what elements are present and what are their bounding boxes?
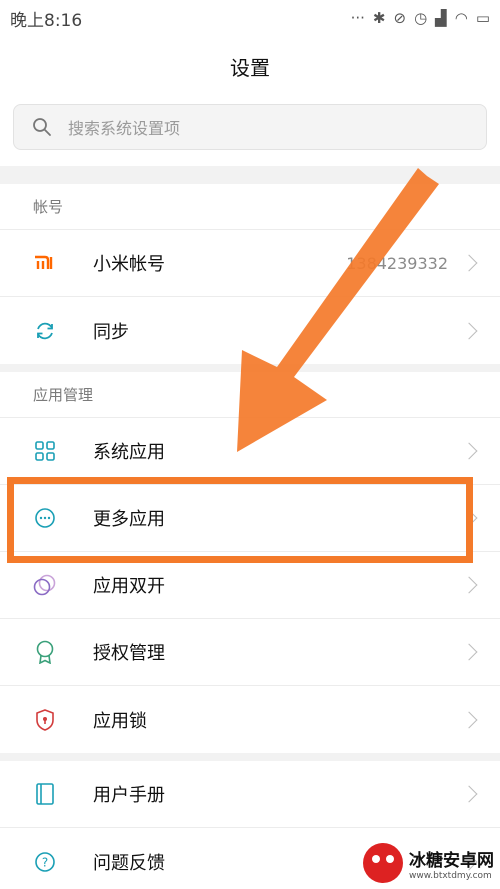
battery-icon: ▭	[475, 9, 490, 27]
chevron-right-icon	[460, 442, 478, 460]
bluetooth-icon: ✱	[372, 9, 386, 27]
section-title-apps: 应用管理	[0, 372, 500, 418]
watermark-name: 冰糖安卓网	[409, 850, 494, 871]
account-id: 1384239332	[346, 253, 448, 273]
search-icon	[33, 118, 51, 136]
status-bar: 晚上8:16 ··· ✱ ⊘ ◷ ▟ ◠ ▭	[0, 0, 500, 36]
settings-item-app-lock[interactable]: 应用锁	[0, 686, 500, 753]
item-label: 系统应用	[93, 442, 165, 463]
settings-item-more-apps[interactable]: 更多应用	[0, 485, 500, 552]
item-label: 应用锁	[93, 710, 147, 732]
item-label: 授权管理	[93, 643, 165, 664]
title-bar: 设置	[0, 36, 500, 96]
book-icon	[33, 782, 57, 806]
settings-item-user-manual[interactable]: 用户手册	[0, 761, 500, 828]
sync-icon	[33, 319, 57, 343]
status-time: 晚上8:16	[10, 10, 83, 31]
settings-item-mi-account[interactable]: 小米帐号 1384239332	[0, 230, 500, 297]
alarm-icon: ◷	[414, 9, 428, 27]
chevron-right-icon	[460, 576, 478, 594]
settings-item-permissions[interactable]: 授权管理	[0, 619, 500, 686]
page-title: 设置	[230, 55, 270, 80]
chevron-right-icon	[460, 322, 478, 339]
chevron-right-icon	[460, 643, 478, 661]
item-label: 同步	[93, 321, 129, 343]
signal-icon: ▟	[435, 9, 447, 27]
item-label: 用户手册	[93, 785, 165, 806]
app-management-section: 应用管理 系统应用 更多应用 应用双开 授权管理 应用锁	[0, 372, 500, 753]
item-label: 小米帐号	[93, 254, 165, 275]
settings-item-sync[interactable]: 同步	[0, 297, 500, 364]
chevron-right-icon	[460, 785, 478, 803]
question-icon: ?	[33, 850, 57, 874]
item-label: 问题反馈	[93, 852, 165, 874]
search-area: 搜索系统设置项	[0, 96, 500, 166]
wifi-icon: ◠	[454, 9, 468, 27]
chevron-right-icon	[460, 711, 478, 728]
mi-logo-icon	[33, 251, 57, 275]
signal-dots-icon: ···	[350, 9, 365, 27]
status-icons: ··· ✱ ⊘ ◷ ▟ ◠ ▭	[351, 9, 490, 27]
grid-icon	[33, 439, 57, 463]
mute-icon: ⊘	[393, 9, 407, 27]
settings-item-system-apps[interactable]: 系统应用	[0, 418, 500, 485]
chevron-right-icon	[460, 509, 478, 527]
badge-icon	[33, 640, 57, 664]
settings-item-dual-apps[interactable]: 应用双开	[0, 552, 500, 619]
watermark-logo-icon	[363, 843, 403, 883]
search-placeholder: 搜索系统设置项	[68, 119, 181, 138]
item-label: 应用双开	[93, 576, 165, 597]
more-icon	[33, 506, 57, 530]
shield-lock-icon	[33, 708, 57, 732]
svg-text:?: ?	[42, 855, 48, 869]
chevron-right-icon	[460, 254, 478, 272]
dual-app-icon	[33, 573, 57, 597]
item-label: 更多应用	[93, 509, 165, 530]
search-input[interactable]: 搜索系统设置项	[13, 104, 487, 150]
section-title-account: 帐号	[0, 184, 500, 230]
watermark: 冰糖安卓网 www.btxtdmy.com	[363, 843, 494, 883]
account-section: 帐号 小米帐号 1384239332 同步	[0, 184, 500, 364]
watermark-url: www.btxtdmy.com	[409, 870, 492, 881]
